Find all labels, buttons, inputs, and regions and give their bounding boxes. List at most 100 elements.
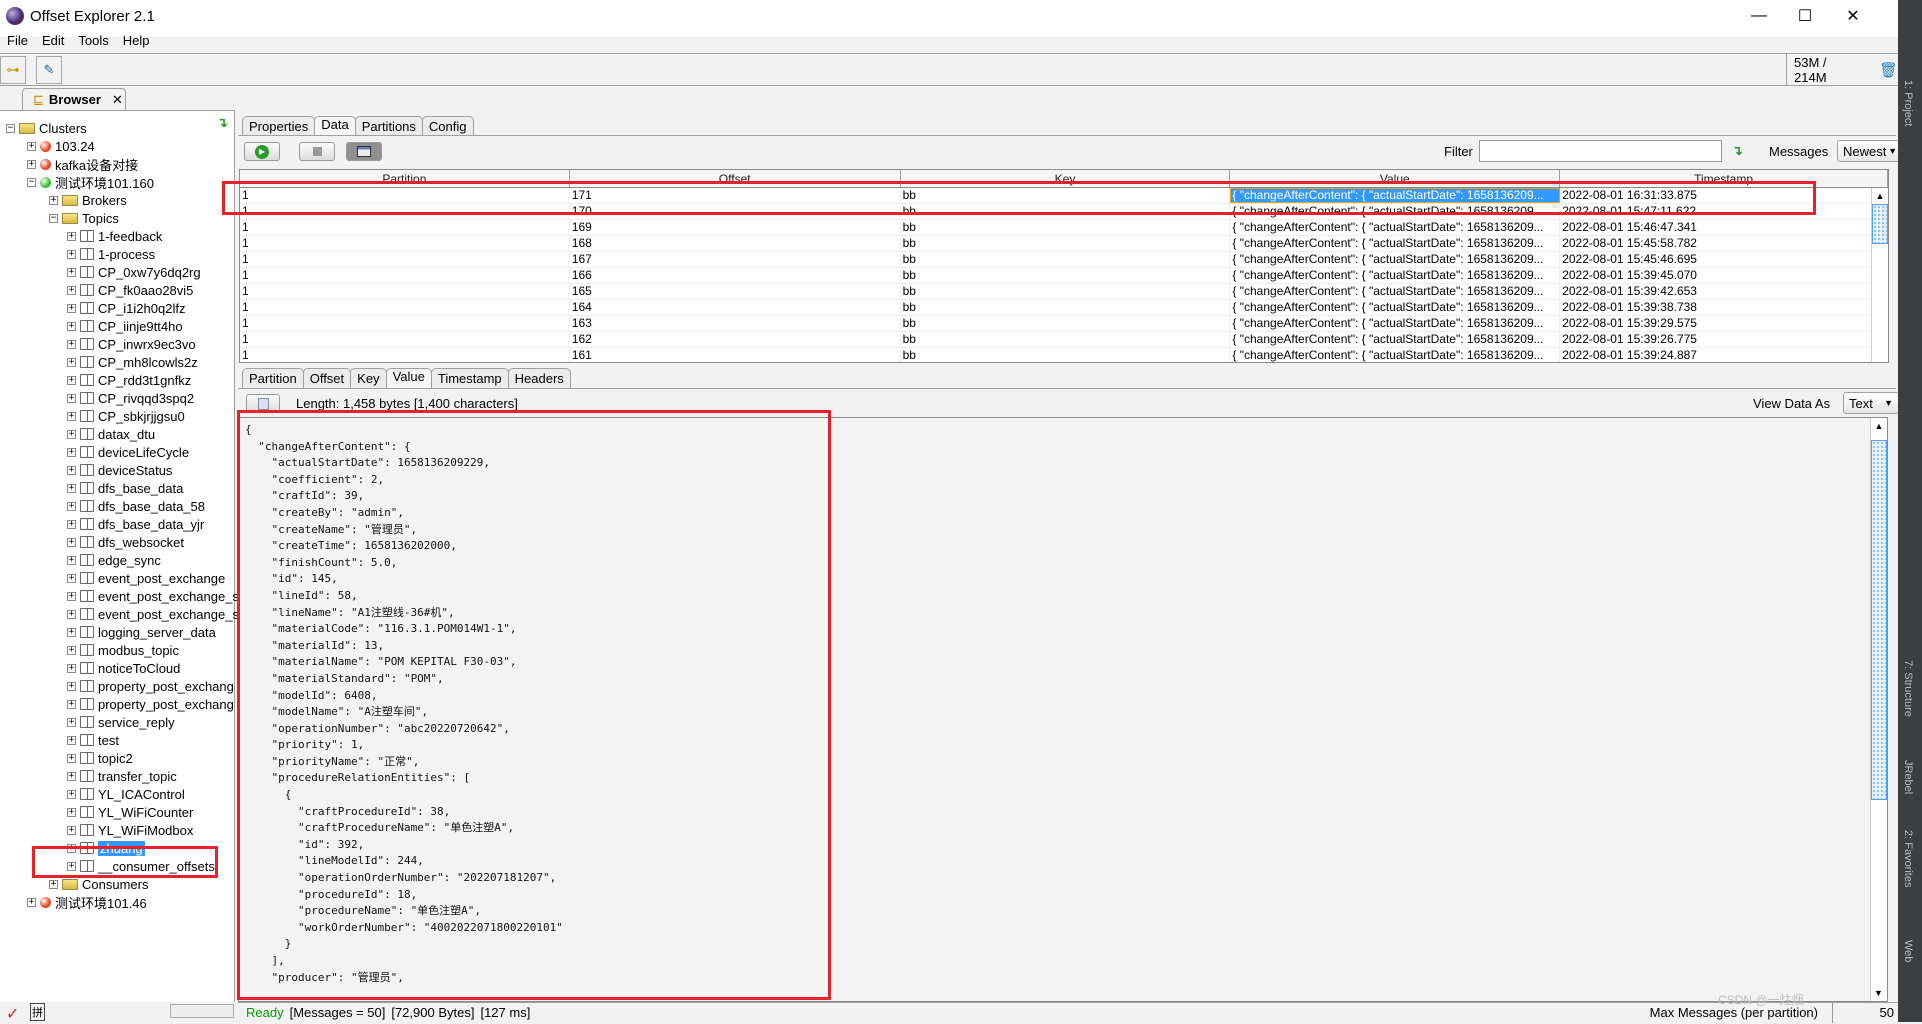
table-row[interactable]: 1 167 bb{ "changeAfterContent": { "actualS…: [240, 252, 1888, 268]
close-button[interactable]: ✕: [1830, 0, 1876, 32]
expand-icon[interactable]: +: [67, 717, 76, 727]
detail-tab-partition[interactable]: Partition: [242, 368, 304, 388]
expand-icon[interactable]: +: [49, 195, 58, 205]
minimize-button[interactable]: —: [1736, 0, 1782, 32]
expand-icon[interactable]: +: [67, 861, 76, 871]
tab-config[interactable]: Config: [421, 116, 474, 136]
tree-item[interactable]: − 测试环境101.160: [27, 173, 154, 191]
tree-item[interactable]: + CP_fk0aao28vi5: [67, 281, 193, 299]
scroll-up-icon[interactable]: ▲: [1872, 188, 1888, 204]
tree-item[interactable]: + test: [67, 731, 119, 749]
expand-icon[interactable]: +: [67, 699, 76, 709]
stop-button[interactable]: [299, 142, 335, 161]
ide-tab-structure[interactable]: 7: Structure: [1902, 660, 1914, 717]
expand-icon[interactable]: +: [67, 339, 76, 349]
save-button[interactable]: [246, 394, 280, 413]
tree-item[interactable]: + event_post_exchange_s: [67, 587, 239, 605]
refresh-icon[interactable]: ↴: [217, 115, 228, 131]
ide-tab-web[interactable]: Web: [1902, 940, 1914, 962]
expand-icon[interactable]: +: [67, 303, 76, 313]
column-header-key[interactable]: Key: [901, 170, 1231, 187]
edit-tree-button[interactable]: ✎: [36, 56, 62, 84]
tree-item[interactable]: + Brokers: [49, 191, 127, 209]
menu-tools[interactable]: Tools: [71, 30, 115, 52]
tree-item[interactable]: + CP_sbkjrjjgsu0: [67, 407, 185, 425]
tree-item[interactable]: + event_post_exchange_s: [67, 605, 239, 623]
tree-item[interactable]: + CP_rdd3t1gnfkz: [67, 371, 191, 389]
detail-tab-timestamp[interactable]: Timestamp: [430, 368, 509, 388]
tree-item[interactable]: + YL_ICAControl: [67, 785, 185, 803]
tree-item[interactable]: + service_reply: [67, 713, 175, 731]
tree-item[interactable]: − Clusters: [6, 119, 87, 137]
message-value-text[interactable]: { "changeAfterContent": { "actualStartDa…: [238, 417, 1888, 1002]
table-row[interactable]: 1 163 bb{ "changeAfterContent": { "actualS…: [240, 316, 1888, 332]
expand-icon[interactable]: +: [67, 465, 76, 475]
expand-icon[interactable]: +: [67, 447, 76, 457]
tree-item[interactable]: + YL_WiFiCounter: [67, 803, 193, 821]
tree-item[interactable]: + CP_0xw7y6dq2rg: [67, 263, 201, 281]
view-toggle-button[interactable]: [346, 142, 382, 161]
add-cluster-button[interactable]: ⊶: [0, 56, 26, 84]
tree-item[interactable]: − Topics: [49, 209, 119, 227]
tree-item[interactable]: + topic2: [67, 749, 133, 767]
expand-icon[interactable]: +: [27, 159, 36, 169]
column-header-value[interactable]: Value: [1230, 170, 1561, 187]
table-row[interactable]: 1 161 bb{ "changeAfterContent": { "actualS…: [240, 348, 1888, 362]
expand-icon[interactable]: +: [67, 285, 76, 295]
expand-icon[interactable]: +: [67, 483, 76, 493]
tree-item[interactable]: + CP_i1i2h0q2lfz: [67, 299, 185, 317]
detail-tab-key[interactable]: Key: [350, 368, 387, 388]
collapse-icon[interactable]: −: [49, 213, 58, 223]
tree-item[interactable]: + logging_server_data: [67, 623, 216, 641]
tree-item[interactable]: + 测试环境101.46: [27, 893, 147, 911]
table-row[interactable]: 1 170 bb{ "changeAfterContent": { "actualS…: [240, 204, 1888, 220]
tree-item[interactable]: + event_post_exchange: [67, 569, 225, 587]
expand-icon[interactable]: +: [67, 555, 76, 565]
messages-select[interactable]: Newest ▼: [1837, 140, 1903, 162]
maximize-button[interactable]: ☐: [1782, 0, 1828, 32]
scroll-thumb[interactable]: [1872, 204, 1888, 244]
expand-icon[interactable]: +: [27, 141, 36, 151]
expand-icon[interactable]: +: [67, 249, 76, 259]
tree-item[interactable]: + dfs_base_data_yjr: [67, 515, 204, 533]
tab-properties[interactable]: Properties: [242, 116, 316, 136]
expand-icon[interactable]: +: [67, 825, 76, 835]
tree-item[interactable]: + dfs_base_data: [67, 479, 183, 497]
expand-icon[interactable]: +: [67, 501, 76, 511]
tree-item[interactable]: + __consumer_offsets: [67, 857, 215, 875]
tree-item[interactable]: + property_post_exchang: [67, 695, 234, 713]
expand-icon[interactable]: +: [67, 627, 76, 637]
expand-icon[interactable]: +: [67, 321, 76, 331]
scroll-down-icon[interactable]: ▼: [1871, 985, 1886, 1001]
detail-tab-value[interactable]: Value: [385, 368, 432, 388]
menu-help[interactable]: Help: [116, 30, 157, 52]
expand-icon[interactable]: +: [67, 429, 76, 439]
collapse-icon[interactable]: −: [6, 123, 15, 133]
table-row[interactable]: 1 171 bb{ "changeAfterContent": { "actualS…: [240, 188, 1888, 204]
tree-item[interactable]: +103.24: [27, 137, 95, 155]
tree-item[interactable]: + dfs_base_data_58: [67, 497, 205, 515]
tree-item[interactable]: + datax_dtu: [67, 425, 155, 443]
apply-filter-icon[interactable]: ↴: [1732, 143, 1743, 159]
filter-input[interactable]: [1479, 140, 1722, 162]
start-button[interactable]: ▶: [244, 142, 280, 161]
expand-icon[interactable]: +: [67, 789, 76, 799]
expand-icon[interactable]: +: [67, 609, 76, 619]
expand-icon[interactable]: +: [27, 897, 36, 907]
menu-file[interactable]: File: [0, 30, 35, 52]
expand-icon[interactable]: +: [67, 681, 76, 691]
expand-icon[interactable]: +: [67, 843, 76, 853]
expand-icon[interactable]: +: [67, 537, 76, 547]
tree-item[interactable]: + edge_sync: [67, 551, 161, 569]
table-row[interactable]: 1 165 bb{ "changeAfterContent": { "actualS…: [240, 284, 1888, 300]
tree-item[interactable]: + zhuang: [67, 839, 145, 857]
expand-icon[interactable]: +: [67, 735, 76, 745]
expand-icon[interactable]: +: [67, 519, 76, 529]
expand-icon[interactable]: +: [67, 753, 76, 763]
tree-item[interactable]: +1-feedback: [67, 227, 162, 245]
tree-item[interactable]: + transfer_topic: [67, 767, 177, 785]
close-tab-icon[interactable]: ✕: [112, 92, 123, 108]
column-header-timestamp[interactable]: Timestamp: [1560, 170, 1888, 187]
expand-icon[interactable]: +: [67, 591, 76, 601]
tab-data[interactable]: Data: [314, 116, 356, 136]
